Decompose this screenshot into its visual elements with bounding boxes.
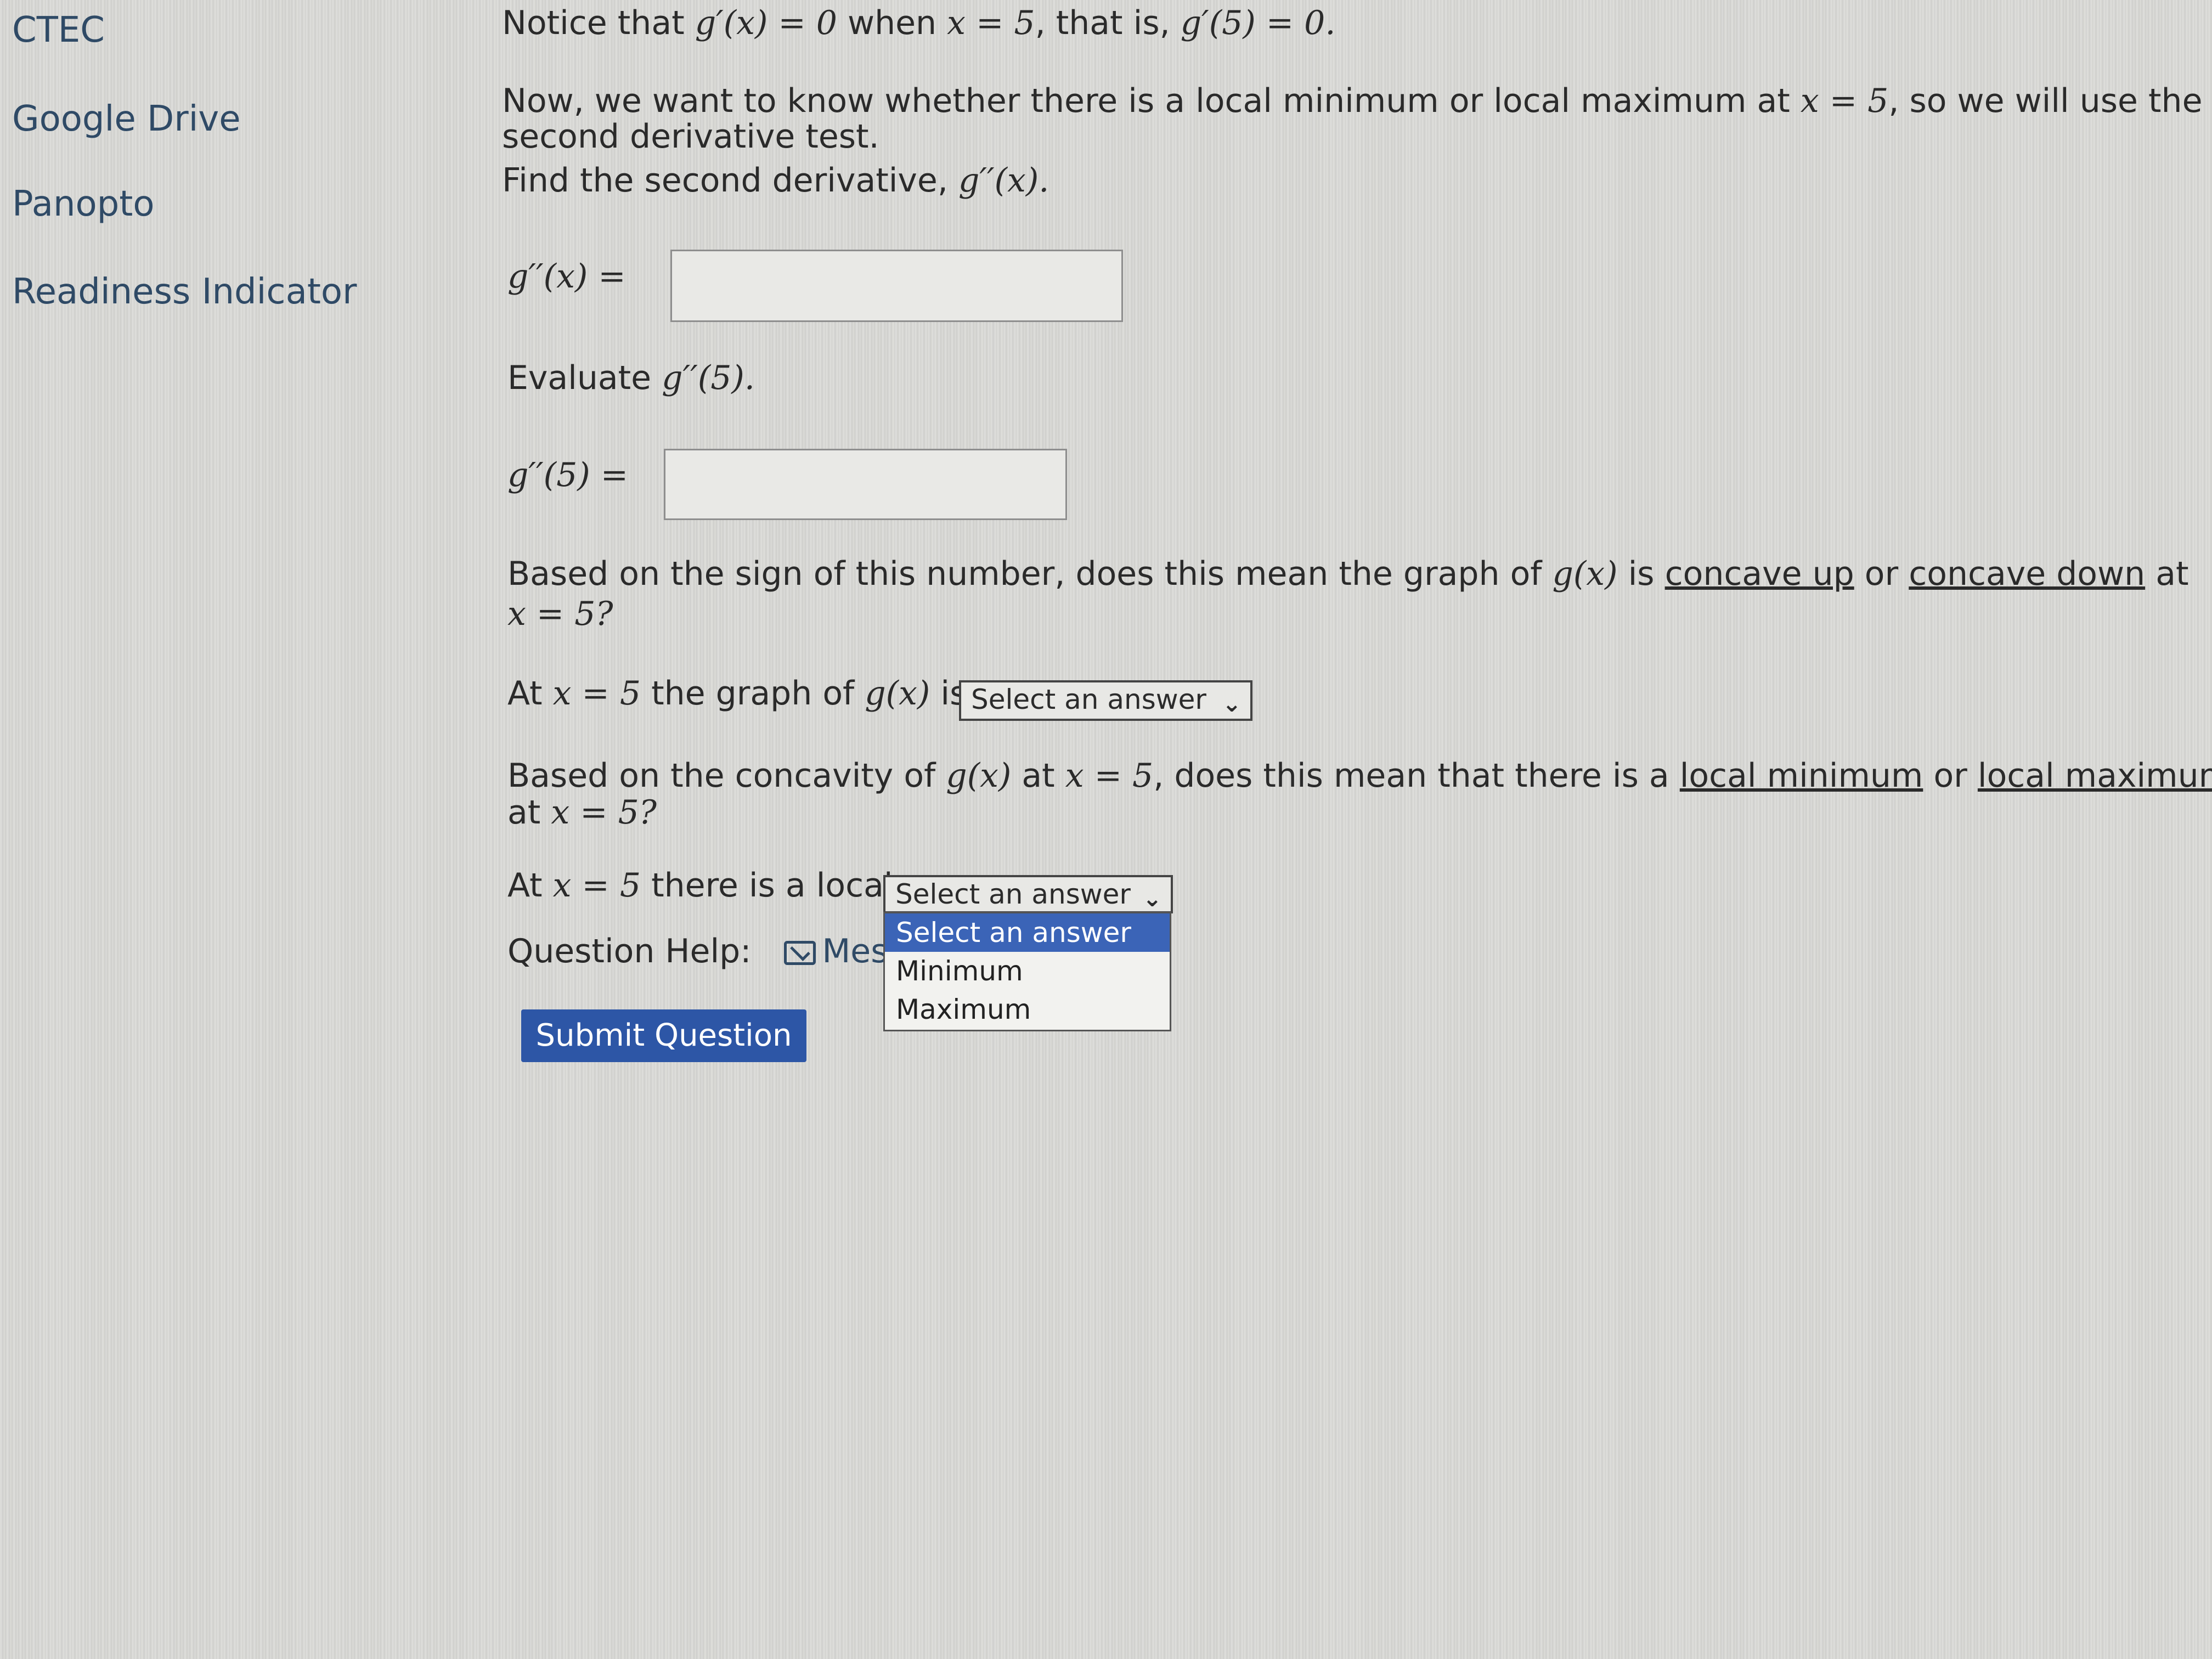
intro-line-1: Now, we want to know whether there is a … (502, 82, 2203, 120)
mail-icon (783, 941, 816, 966)
sidebar-item-ctec[interactable]: CTEC (12, 10, 105, 50)
local-maximum-link[interactable]: local maximum (1978, 757, 2212, 795)
eval-label: g′′(5) = (507, 456, 628, 494)
dropdown-option-select-an-answer[interactable]: Select an answer (885, 913, 1170, 952)
chevron-down-icon: ⌄ (1222, 690, 1242, 717)
evaluate-label: Evaluate g′′(5). (507, 359, 755, 397)
math-expr: g′(x) = 0 (695, 4, 837, 42)
chevron-down-icon: ⌄ (1142, 885, 1162, 912)
sidebar-item-google-drive[interactable]: Google Drive (12, 99, 241, 139)
submit-question-button[interactable]: Submit Question (521, 1009, 806, 1062)
dropdown-option-minimum[interactable]: Minimum (885, 952, 1170, 990)
concave-up-link[interactable]: concave up (1665, 555, 1854, 593)
extremum-select[interactable]: Select an answer ⌄ (883, 875, 1173, 913)
concavity-question-line-2: x = 5? (507, 595, 613, 633)
math-expr: g′(5) = 0. (1180, 4, 1336, 42)
math-expr: x = 5 (947, 4, 1035, 42)
extremum-question-line-1: Based on the concavity of g(x) at x = 5,… (507, 757, 2212, 794)
extremum-answer-prompt: At x = 5 there is a local (507, 866, 893, 905)
sidebar: CTEC Google Drive Panopto Readiness Indi… (0, 0, 450, 1659)
concavity-select[interactable]: Select an answer ⌄ (959, 680, 1252, 721)
find-second-derivative: Find the second derivative, g′′(x). (502, 161, 1049, 200)
question-help: Question Help: Messa (507, 932, 926, 970)
second-derivative-at-5-input[interactable] (664, 449, 1067, 520)
dropdown-option-maximum[interactable]: Maximum (885, 990, 1170, 1029)
notice-line: Notice that g′(x) = 0 when x = 5, that i… (502, 4, 1336, 42)
concavity-question-line-1: Based on the sign of this number, does t… (507, 555, 2189, 593)
sidebar-item-panopto[interactable]: Panopto (12, 184, 155, 224)
second-derivative-label: g′′(x) = (507, 257, 626, 296)
sidebar-item-readiness-indicator[interactable]: Readiness Indicator (12, 272, 357, 312)
local-minimum-link[interactable]: local minimum (1680, 757, 1923, 795)
second-derivative-input[interactable] (670, 250, 1123, 322)
concavity-answer-prompt: At x = 5 the graph of g(x) is (507, 674, 967, 713)
extremum-question-line-2: at x = 5? (507, 793, 657, 832)
extremum-dropdown-list: Select an answer Minimum Maximum (883, 912, 1171, 1031)
intro-line-2: second derivative test. (502, 117, 879, 156)
concave-down-link[interactable]: concave down (1909, 555, 2145, 593)
